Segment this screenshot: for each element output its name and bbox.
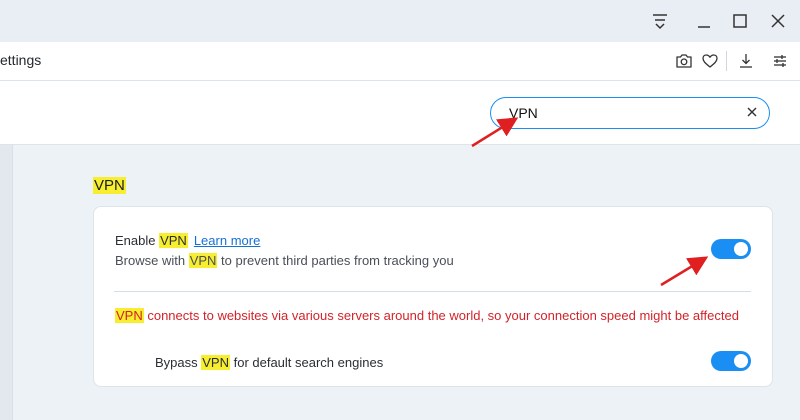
left-rail	[0, 145, 13, 420]
bypass-highlight: VPN	[201, 355, 230, 370]
bypass-vpn-label: Bypass VPN for default search engines	[155, 355, 383, 370]
toggle-knob	[734, 354, 748, 368]
search-input[interactable]	[509, 104, 729, 122]
menu-icon[interactable]	[648, 9, 672, 33]
tab-bar: ettings	[0, 42, 800, 81]
section-title: VPN	[93, 177, 126, 194]
close-icon[interactable]	[766, 9, 790, 33]
toolbar-divider	[726, 51, 727, 71]
divider	[114, 291, 751, 292]
bypass-vpn-toggle[interactable]	[711, 351, 751, 371]
warning-body: connects to websites via various servers…	[143, 308, 739, 323]
desc-prefix: Browse with	[115, 253, 189, 268]
sliders-icon[interactable]	[771, 52, 789, 70]
enable-vpn-description: Browse with VPN to prevent third parties…	[115, 253, 454, 268]
tab-title[interactable]: ettings	[0, 52, 41, 68]
section-title-text: VPN	[93, 177, 126, 194]
title-bar	[0, 0, 800, 42]
toggle-knob	[734, 242, 748, 256]
settings-search-row	[0, 81, 800, 145]
bypass-suffix: for default search engines	[229, 355, 384, 370]
search-box[interactable]	[490, 97, 770, 129]
desc-highlight: VPN	[188, 253, 218, 268]
desc-suffix: to prevent third parties from tracking y…	[217, 253, 454, 268]
heart-icon[interactable]	[701, 52, 719, 70]
learn-more-link[interactable]: Learn more	[194, 233, 260, 248]
enable-vpn-highlight: VPN	[159, 233, 188, 248]
enable-vpn-label: Enable VPN Learn more	[115, 233, 260, 248]
minimize-icon[interactable]	[692, 9, 716, 33]
maximize-icon[interactable]	[728, 9, 752, 33]
camera-icon[interactable]	[675, 52, 693, 70]
download-icon[interactable]	[737, 52, 755, 70]
enable-vpn-toggle[interactable]	[711, 239, 751, 259]
bypass-prefix: Bypass	[155, 355, 202, 370]
enable-vpn-prefix: Enable	[115, 233, 160, 248]
warning-highlight: VPN	[115, 308, 144, 323]
vpn-settings-card: Enable VPN Learn more Browse with VPN to …	[93, 206, 773, 387]
clear-icon[interactable]	[745, 105, 759, 119]
vpn-warning-text: VPN connects to websites via various ser…	[115, 308, 739, 323]
